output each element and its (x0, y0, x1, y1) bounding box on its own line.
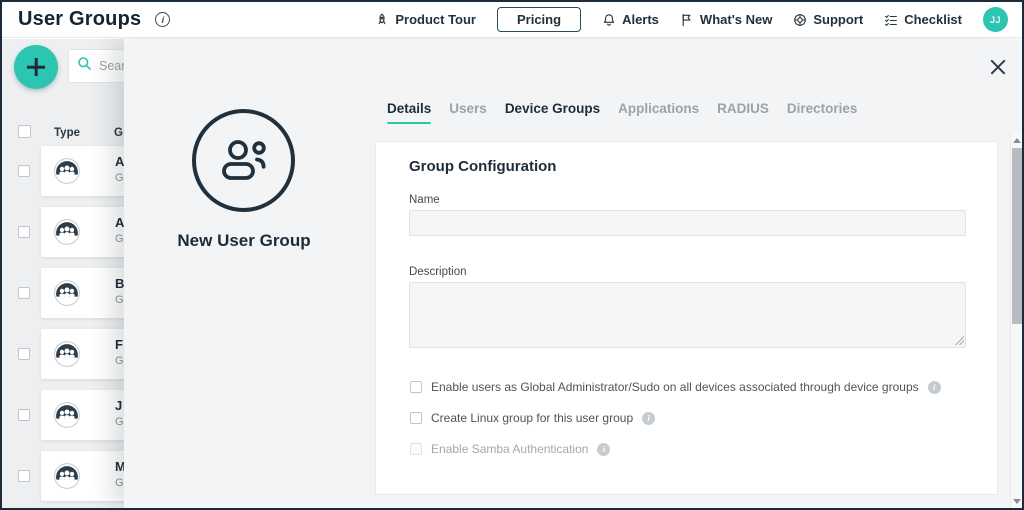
nav-label: What's New (700, 12, 772, 27)
user-group-icon (192, 109, 295, 212)
bell-icon (602, 13, 616, 27)
group-name: B (115, 276, 124, 291)
life-ring-icon (793, 13, 807, 27)
group-name: F (115, 337, 123, 352)
group-card[interactable]: B G (41, 268, 136, 318)
header-nav: Product Tour Pricing Alerts What's New S… (375, 7, 1008, 32)
group-configuration-card: Group Configuration Name Description Ena… (375, 141, 998, 495)
info-icon[interactable]: i (155, 12, 170, 27)
group-sub: G (115, 355, 124, 367)
group-sub: G (115, 172, 124, 184)
nav-checklist[interactable]: Checklist (884, 12, 962, 27)
nav-label: Product Tour (395, 12, 476, 27)
nav-label: Support (813, 12, 863, 27)
group-card[interactable]: J G (41, 390, 136, 440)
column-group: G (114, 127, 123, 139)
name-input[interactable] (409, 210, 966, 236)
tab-details[interactable]: Details (387, 101, 431, 124)
app-window: User Groups i Product Tour Pricing Alert… (0, 0, 1024, 510)
search-icon (77, 56, 92, 76)
rocket-icon (375, 13, 389, 27)
name-label: Name (409, 194, 440, 206)
option-label: Enable users as Global Administrator/Sud… (431, 380, 919, 394)
entity-title: New User Group (124, 231, 364, 251)
group-avatar-icon (54, 341, 80, 367)
group-name: J (115, 398, 122, 413)
row-checkbox[interactable] (18, 287, 30, 299)
section-title: Group Configuration (409, 158, 556, 175)
app-header: User Groups i Product Tour Pricing Alert… (2, 2, 1022, 38)
group-sub: G (115, 294, 124, 306)
option-checkbox[interactable] (410, 381, 422, 393)
group-avatar-icon (54, 219, 80, 245)
info-icon[interactable]: i (642, 412, 655, 425)
panel-tabs: Details Users Device Groups Applications… (387, 101, 857, 124)
scroll-up-icon[interactable] (1013, 138, 1021, 143)
select-all-checkbox[interactable] (18, 125, 31, 138)
group-avatar-icon (54, 158, 80, 184)
row-checkbox[interactable] (18, 165, 30, 177)
group-name: A (115, 154, 124, 169)
group-avatar-icon (54, 280, 80, 306)
group-card[interactable]: A G (41, 146, 136, 196)
flag-icon (680, 13, 694, 27)
group-avatar-icon (54, 463, 80, 489)
nav-whats-new[interactable]: What's New (680, 12, 772, 27)
info-icon[interactable]: i (597, 443, 610, 456)
checklist-icon (884, 13, 898, 27)
new-user-group-panel: New User Group Details Users Device Grou… (124, 39, 1022, 508)
close-icon[interactable] (988, 57, 1008, 77)
tab-directories[interactable]: Directories (787, 101, 858, 124)
user-avatar[interactable]: JJ (983, 7, 1008, 32)
tab-device-groups[interactable]: Device Groups (505, 101, 600, 124)
option-samba-auth: Enable Samba Authentication i (410, 442, 610, 456)
tab-radius[interactable]: RADIUS (717, 101, 769, 124)
column-type: Type (54, 127, 80, 139)
content-area: Type G A G A G (2, 39, 1022, 508)
group-avatar-icon (54, 402, 80, 428)
option-linux-group: Create Linux group for this user group i (410, 411, 655, 425)
nav-support[interactable]: Support (793, 12, 863, 27)
pricing-button[interactable]: Pricing (497, 7, 581, 32)
option-label: Enable Samba Authentication (431, 442, 588, 456)
add-group-button[interactable] (14, 45, 58, 89)
nav-alerts[interactable]: Alerts (602, 12, 659, 27)
tab-applications[interactable]: Applications (618, 101, 699, 124)
group-sub: G (115, 233, 124, 245)
nav-product-tour[interactable]: Product Tour (375, 12, 476, 27)
description-input[interactable] (409, 282, 966, 348)
page-title: User Groups (18, 8, 141, 31)
option-checkbox[interactable] (410, 412, 422, 424)
group-sub: G (115, 477, 124, 489)
nav-label: Checklist (904, 12, 962, 27)
scrollbar-thumb[interactable] (1012, 148, 1022, 324)
row-checkbox[interactable] (18, 348, 30, 360)
nav-label: Alerts (622, 12, 659, 27)
group-name: A (115, 215, 124, 230)
row-checkbox[interactable] (18, 226, 30, 238)
option-checkbox (410, 443, 422, 455)
scroll-down-icon[interactable] (1013, 499, 1021, 504)
description-label: Description (409, 266, 467, 278)
panel-scrollbar[interactable] (1010, 134, 1022, 508)
option-label: Create Linux group for this user group (431, 411, 633, 425)
group-card[interactable]: A G (41, 207, 136, 257)
row-checkbox[interactable] (18, 470, 30, 482)
option-global-admin: Enable users as Global Administrator/Sud… (410, 380, 941, 394)
row-checkbox[interactable] (18, 409, 30, 421)
group-card[interactable]: F G (41, 329, 136, 379)
group-card[interactable]: M G (41, 451, 136, 501)
group-sub: G (115, 416, 124, 428)
info-icon[interactable]: i (928, 381, 941, 394)
tab-users[interactable]: Users (449, 101, 487, 124)
